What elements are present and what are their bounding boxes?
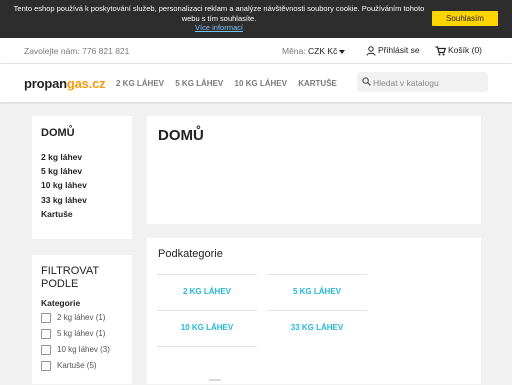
category-tree-list: 2 kg láhev 5 kg láhev 10 kg láhev 33 kg … [41, 150, 87, 221]
cart-icon [435, 46, 446, 56]
chevron-down-icon [339, 49, 346, 54]
category-tree-title[interactable]: DOMŮ [41, 127, 75, 139]
nav-item-5kg[interactable]: 5 KG LÁHEV [175, 79, 223, 88]
checkbox[interactable] [41, 313, 51, 323]
nav-item-10kg[interactable]: 10 KG LÁHEV [235, 79, 287, 88]
main-nav: 2 KG LÁHEV 5 KG LÁHEV 10 KG LÁHEV KARTUŠ… [116, 79, 346, 88]
currency-selector[interactable]: Měna: CZK Kč [282, 46, 346, 56]
login-link[interactable]: Přihlásit se [366, 45, 420, 56]
cookie-banner: Tento eshop používá k poskytování služeb… [0, 0, 512, 38]
cookie-more-info-link[interactable]: Více informací [10, 23, 428, 33]
category-tree: DOMŮ 2 kg láhev 5 kg láhev 10 kg láhev 3… [32, 116, 132, 239]
subcategory-tile[interactable]: 33 KG LÁHEV [267, 310, 367, 332]
nav-item-kartuse[interactable]: KARTUŠE [298, 79, 337, 88]
cart-link[interactable]: Košík (0) [435, 45, 482, 56]
page-title-block: DOMŮ [147, 116, 481, 224]
checkbox[interactable] [41, 361, 51, 371]
filter-panel: FILTROVAT PODLE Kategorie 2 kg láhev (1)… [32, 255, 132, 384]
nav-item-2kg[interactable]: 2 KG LÁHEV [116, 79, 164, 88]
subcategory-tile[interactable] [157, 346, 257, 385]
subcategories-block: Podkategorie 2 KG LÁHEV 5 KG LÁHEV 10 KG… [147, 238, 481, 384]
contact-phone: Zavolejte nám: 776 821 821 [24, 46, 130, 56]
category-item[interactable]: Kartuše [41, 207, 87, 221]
user-icon [366, 46, 376, 56]
cookie-message: Tento eshop používá k poskytování služeb… [13, 4, 425, 23]
top-bar: Zavolejte nám: 776 821 821 Měna: CZK Kč … [0, 38, 512, 64]
filter-option-label: 5 kg láhev (1) [57, 329, 106, 339]
filter-options: 2 kg láhev (1) 5 kg láhev (1) 10 kg láhe… [41, 313, 110, 377]
login-label: Přihlásit se [378, 45, 420, 55]
filter-option[interactable]: 2 kg láhev (1) [41, 313, 110, 329]
filter-option[interactable]: 10 kg láhev (3) [41, 345, 110, 361]
cart-label: Košík (0) [448, 45, 483, 55]
subcategory-tile[interactable]: 2 KG LÁHEV [157, 274, 257, 296]
filter-title: FILTROVAT PODLE [41, 265, 99, 290]
checkbox[interactable] [41, 329, 51, 339]
subcategory-label: 2 KG LÁHEV [182, 287, 231, 296]
filter-option[interactable]: 5 kg láhev (1) [41, 329, 110, 345]
currency-value: CZK Kč [308, 46, 338, 56]
currency-label: Měna: [282, 46, 306, 56]
header: propangas.cz 2 KG LÁHEV 5 KG LÁHEV 10 KG… [0, 64, 512, 102]
checkbox[interactable] [41, 345, 51, 355]
page-title: DOMŮ [158, 127, 204, 144]
category-item[interactable]: 33 kg láhev [41, 193, 87, 207]
subcategory-label: 10 KG LÁHEV [180, 323, 234, 332]
subcategories-title: Podkategorie [158, 248, 223, 260]
logo-text-part2: gas.cz [66, 76, 106, 91]
search-icon [362, 77, 371, 86]
subcategory-label: 5 KG LÁHEV [292, 287, 341, 296]
category-item[interactable]: 2 kg láhev [41, 150, 87, 164]
filter-option-label: 2 kg láhev (1) [57, 313, 106, 323]
logo[interactable]: propangas.cz [24, 76, 106, 91]
subcategory-image-placeholder [209, 379, 221, 381]
category-item[interactable]: 10 kg láhev [41, 178, 87, 192]
search-placeholder: Hledat v katalogu [373, 78, 439, 88]
filter-option[interactable]: Kartuše (5) [41, 361, 110, 377]
logo-text-part1: propan [24, 76, 67, 91]
cookie-message-block: Tento eshop používá k poskytování služeb… [10, 4, 428, 33]
subcategory-tile[interactable]: 5 KG LÁHEV [267, 274, 367, 296]
filter-option-label: Kartuše (5) [57, 361, 97, 371]
filter-subtitle: Kategorie [41, 298, 81, 308]
filter-option-label: 10 kg láhev (3) [57, 345, 110, 355]
search-input[interactable]: Hledat v katalogu [357, 72, 488, 92]
category-item[interactable]: 5 kg láhev [41, 164, 87, 178]
cookie-accept-button[interactable]: Souhlasím [432, 11, 498, 26]
subcategory-label: 33 KG LÁHEV [290, 323, 344, 332]
subcategory-tile[interactable]: 10 KG LÁHEV [157, 310, 257, 332]
